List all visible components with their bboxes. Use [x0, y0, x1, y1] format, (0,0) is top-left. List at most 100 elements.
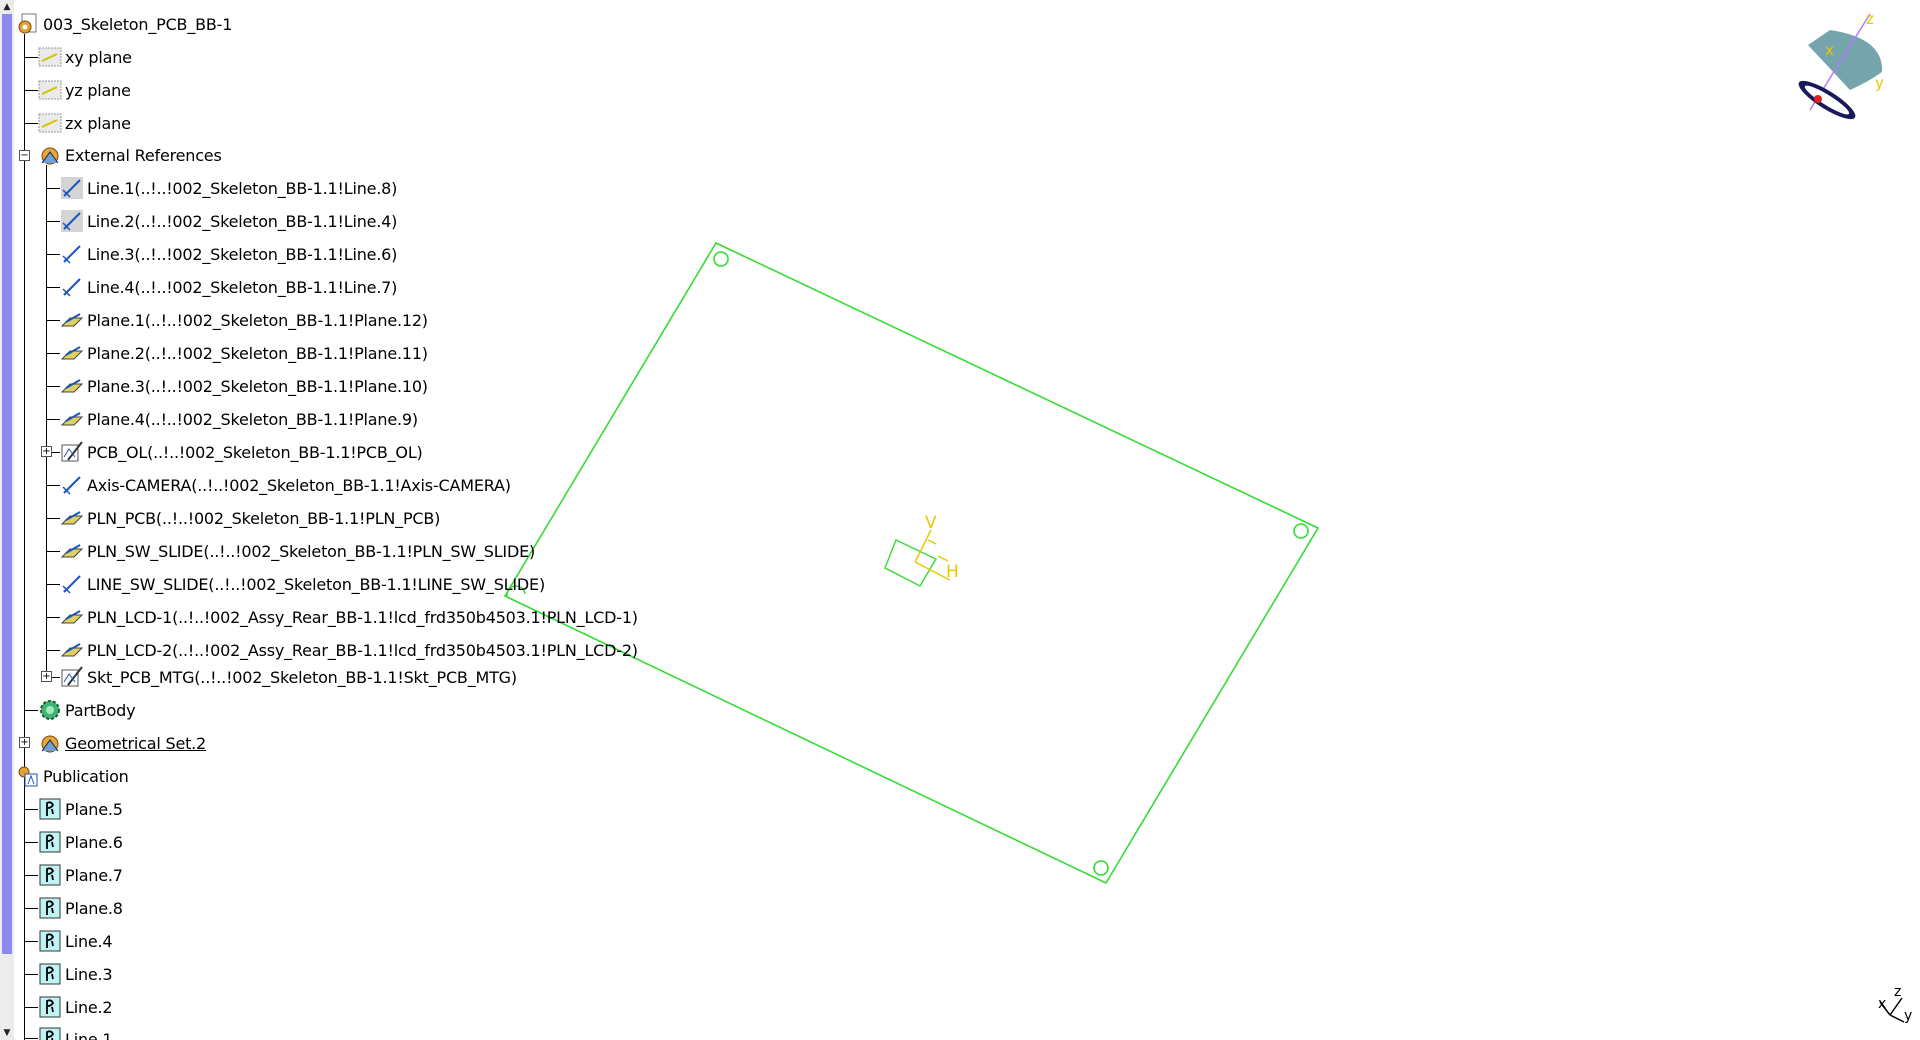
mounting-hole[interactable] — [1093, 860, 1109, 876]
sketch-axis-gizmo[interactable]: V H — [884, 513, 959, 587]
published-element-icon — [39, 897, 61, 919]
compass-z-label: z — [1866, 10, 1874, 28]
tree-label: Plane.7 — [65, 865, 123, 885]
plane-ref-icon — [60, 346, 84, 360]
tree-label: Line.3 — [65, 964, 113, 984]
corner-axis-y-label: y — [1904, 1008, 1912, 1024]
tree-node-ext-ref[interactable]: Line.3(..!..!002_Skeleton_BB-1.1!Line.6) — [60, 241, 397, 267]
tree-node-external-references[interactable]: External References — [38, 142, 222, 168]
tree-branch — [24, 1038, 38, 1039]
body-gear-icon — [40, 700, 60, 720]
tree-node-ext-ref[interactable]: Line.1(..!..!002_Skeleton_BB-1.1!Line.8) — [60, 175, 397, 201]
tree-node-publication[interactable]: Publication — [16, 763, 129, 789]
tree-branch — [46, 584, 60, 585]
tree-node-publication-item[interactable]: Line.1 — [38, 1026, 112, 1040]
tree-node-ext-ref[interactable]: Plane.4(..!..!002_Skeleton_BB-1.1!Plane.… — [60, 406, 418, 432]
tree-label: zx plane — [65, 113, 131, 133]
line-icon — [62, 245, 81, 264]
tree-label: Skt_PCB_MTG(..!..!002_Skeleton_BB-1.1!Sk… — [87, 667, 517, 687]
tree-root-label: 003_Skeleton_PCB_BB-1 — [43, 14, 233, 34]
tree-node-ext-ref[interactable]: Plane.1(..!..!002_Skeleton_BB-1.1!Plane.… — [60, 307, 428, 333]
tree-node-xy-plane[interactable]: xy plane — [38, 44, 132, 70]
plane-icon — [38, 113, 62, 133]
tree-node-ext-ref[interactable]: PLN_LCD-1(..!..!002_Assy_Rear_BB-1.1!lcd… — [60, 604, 638, 630]
tree-label: Plane.3(..!..!002_Skeleton_BB-1.1!Plane.… — [87, 376, 428, 396]
tree-connector — [24, 34, 25, 1040]
tree-branch — [46, 188, 60, 189]
tree-label: Plane.2(..!..!002_Skeleton_BB-1.1!Plane.… — [87, 343, 428, 363]
tree-node-ext-ref[interactable]: PLN_PCB(..!..!002_Skeleton_BB-1.1!PLN_PC… — [60, 505, 440, 531]
mounting-hole[interactable] — [1293, 523, 1309, 539]
tree-node-ext-ref[interactable]: PLN_LCD-2(..!..!002_Assy_Rear_BB-1.1!lcd… — [60, 637, 638, 663]
tree-node-ext-ref[interactable]: LINE_SW_SLIDE(..!..!002_Skeleton_BB-1.1!… — [60, 571, 545, 597]
published-element-icon — [39, 996, 61, 1018]
tree-root-node[interactable]: 003_Skeleton_PCB_BB-1 — [16, 11, 232, 37]
tree-branch — [46, 221, 60, 222]
tree-branch — [24, 1007, 38, 1008]
tree-node-ext-ref[interactable]: Line.4(..!..!002_Skeleton_BB-1.1!Line.7) — [60, 274, 397, 300]
tree-node-geometrical-set[interactable]: Geometrical Set.2 — [38, 730, 206, 756]
plane-icon — [38, 80, 62, 100]
tree-branch — [24, 123, 38, 124]
tree-branch — [24, 908, 38, 909]
tree-node-publication-item[interactable]: Plane.6 — [38, 829, 123, 855]
tree-branch — [52, 677, 60, 678]
tree-node-ext-ref[interactable]: Skt_PCB_MTG(..!..!002_Skeleton_BB-1.1!Sk… — [60, 664, 517, 690]
tree-node-zx-plane[interactable]: zx plane — [38, 110, 131, 136]
sketch-icon — [61, 441, 83, 462]
tree-label: Line.1 — [65, 1030, 113, 1040]
tree-label: Plane.8 — [65, 898, 123, 918]
tree-node-ext-ref[interactable]: Plane.3(..!..!002_Skeleton_BB-1.1!Plane.… — [60, 373, 428, 399]
plane-ref-icon — [60, 544, 84, 558]
tree-node-publication-item[interactable]: Line.4 — [38, 928, 113, 954]
tree-node-publication-item[interactable]: Plane.5 — [38, 796, 123, 822]
published-element-icon — [39, 1027, 61, 1040]
plane-icon — [38, 47, 62, 67]
tree-label: Line.2(..!..!002_Skeleton_BB-1.1!Line.4) — [87, 211, 398, 231]
expand-button[interactable]: + — [41, 446, 52, 457]
collapse-button[interactable]: − — [19, 150, 30, 161]
tree-label: Line.3(..!..!002_Skeleton_BB-1.1!Line.6) — [87, 244, 398, 264]
tree-branch — [24, 90, 38, 91]
published-element-icon — [39, 831, 61, 853]
mounting-hole[interactable] — [713, 251, 729, 267]
published-element-icon — [39, 963, 61, 985]
tree-label: PLN_LCD-2(..!..!002_Assy_Rear_BB-1.1!lcd… — [87, 640, 638, 660]
tree-label: Plane.6 — [65, 832, 123, 852]
tree-node-publication-item[interactable]: Line.2 — [38, 994, 113, 1020]
tree-node-ext-ref[interactable]: Plane.2(..!..!002_Skeleton_BB-1.1!Plane.… — [60, 340, 428, 366]
tree-branch — [24, 875, 38, 876]
tree-node-ext-ref[interactable]: Axis-CAMERA(..!..!002_Skeleton_BB-1.1!Ax… — [60, 472, 511, 498]
tree-node-ext-ref[interactable]: PLN_SW_SLIDE(..!..!002_Skeleton_BB-1.1!P… — [60, 538, 535, 564]
tree-node-ext-ref[interactable]: Line.2(..!..!002_Skeleton_BB-1.1!Line.4) — [60, 208, 397, 234]
tree-node-ext-ref[interactable]: PCB_OL(..!..!002_Skeleton_BB-1.1!PCB_OL) — [60, 439, 423, 465]
tree-branch — [46, 518, 60, 519]
tree-label: PCB_OL(..!..!002_Skeleton_BB-1.1!PCB_OL) — [87, 442, 423, 462]
tree-node-partbody[interactable]: PartBody — [38, 697, 136, 723]
tree-label: Line.2 — [65, 997, 113, 1017]
line-icon — [61, 177, 83, 199]
tree-label: Line.4(..!..!002_Skeleton_BB-1.1!Line.7) — [87, 277, 398, 297]
tree-node-yz-plane[interactable]: yz plane — [38, 77, 131, 103]
tree-label: LINE_SW_SLIDE(..!..!002_Skeleton_BB-1.1!… — [87, 574, 545, 594]
tree-branch — [24, 809, 38, 810]
tree-label: Plane.1(..!..!002_Skeleton_BB-1.1!Plane.… — [87, 310, 428, 330]
expand-button[interactable]: + — [19, 737, 30, 748]
expand-button[interactable]: + — [41, 671, 52, 682]
tree-branch — [46, 617, 60, 618]
tree-node-publication-item[interactable]: Plane.7 — [38, 862, 123, 888]
tree-node-publication-item[interactable]: Plane.8 — [38, 895, 123, 921]
plane-ref-icon — [60, 643, 84, 657]
tree-branch — [46, 254, 60, 255]
published-element-icon — [39, 798, 61, 820]
sketch-axis-h-label: H — [946, 562, 959, 582]
tree-node-publication-item[interactable]: Line.3 — [38, 961, 113, 987]
tree-connector — [46, 165, 47, 677]
published-element-icon — [39, 930, 61, 952]
corner-axis-x-label: x — [1878, 996, 1886, 1012]
compass-icon[interactable]: z x y — [1794, 10, 1884, 125]
tree-label: yz plane — [65, 80, 131, 100]
tree-branch — [46, 551, 60, 552]
tree-branch — [24, 941, 38, 942]
tree-label: PLN_LCD-1(..!..!002_Assy_Rear_BB-1.1!lcd… — [87, 607, 638, 627]
